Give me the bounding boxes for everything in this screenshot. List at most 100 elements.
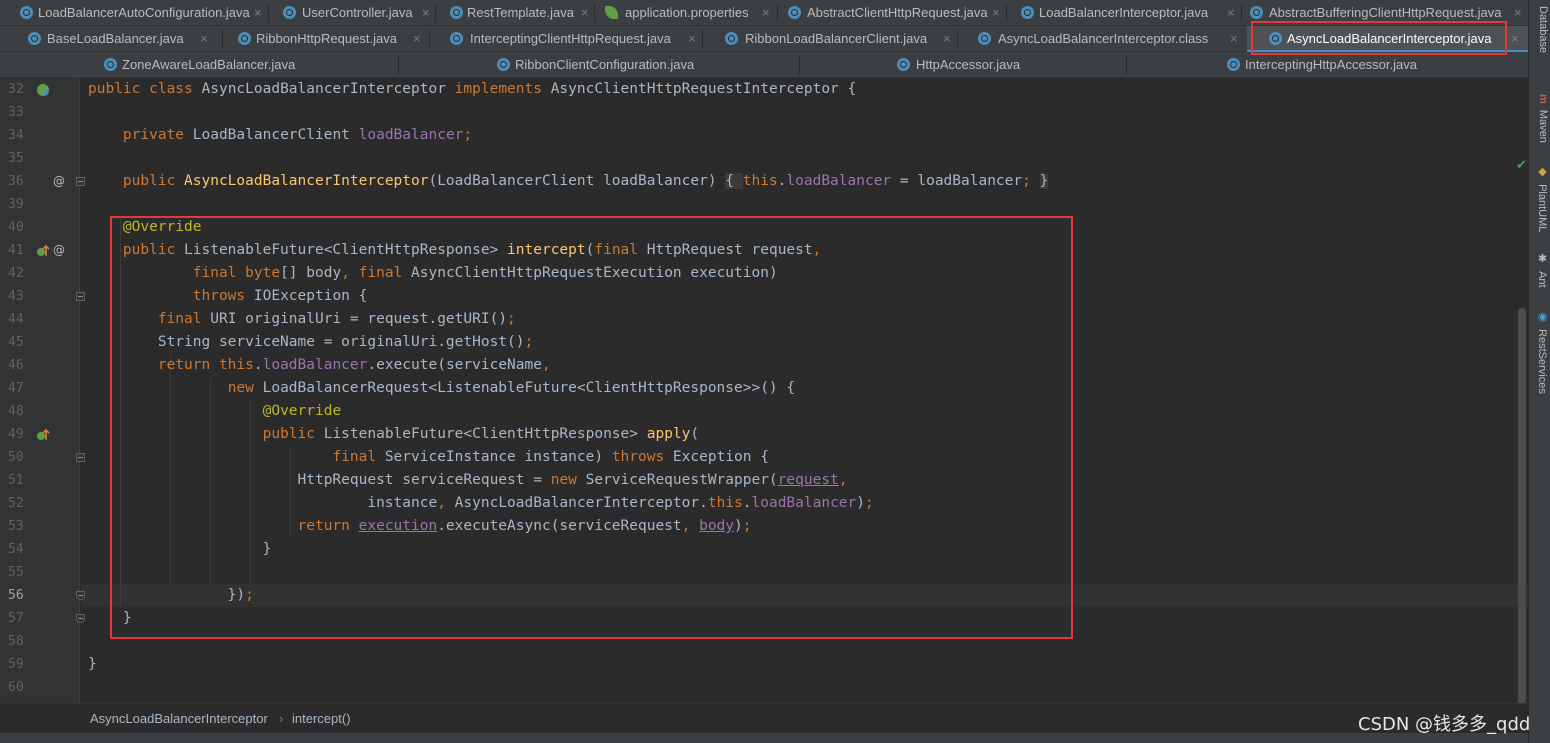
class-icon — [978, 32, 991, 45]
close-icon[interactable]: × — [581, 0, 589, 26]
tab-intercepting-http-accessor[interactable]: InterceptingHttpAccessor.java — [1127, 52, 1528, 78]
class-icon — [104, 58, 117, 71]
close-icon[interactable]: × — [422, 0, 430, 26]
maven-label: Maven — [1537, 109, 1549, 143]
tab-loadbalancer-interceptor[interactable]: LoadBalancerInterceptor.java × — [1007, 0, 1241, 26]
code-line: public class AsyncLoadBalancerIntercepto… — [88, 81, 857, 97]
tab-http-accessor[interactable]: HttpAccessor.java — [800, 52, 1126, 78]
annotation-at-icon[interactable]: @ — [53, 239, 65, 262]
tab-application-properties[interactable]: application.properties × — [595, 0, 777, 26]
tab-label: RibbonHttpRequest.java — [256, 31, 397, 46]
tab-label: LoadBalancerAutoConfiguration.java — [38, 5, 250, 20]
tool-window-database[interactable]: Database — [1531, 6, 1549, 53]
line-number: 54 — [8, 542, 24, 557]
tab-async-loadbalancer-interceptor-class[interactable]: AsyncLoadBalancerInterceptor.class × — [958, 26, 1246, 52]
line-number: 34 — [8, 128, 24, 143]
restservices-label: RestServices — [1536, 329, 1548, 394]
tab-intercepting-client-http-request[interactable]: InterceptingClientHttpRequest.java × — [430, 26, 702, 52]
tab-zone-aware-loadbalancer[interactable]: ZoneAwareLoadBalancer.java — [0, 52, 398, 78]
close-icon[interactable]: × — [254, 0, 262, 26]
tab-user-controller[interactable]: UserController.java × — [269, 0, 435, 26]
tool-window-maven[interactable]: m Maven — [1531, 94, 1549, 143]
close-icon[interactable]: × — [992, 0, 1000, 26]
line-number: 45 — [8, 335, 24, 350]
tab-row-3: ZoneAwareLoadBalancer.java RibbonClientC… — [0, 52, 1528, 78]
line-number: 52 — [8, 496, 24, 511]
line-number: 44 — [8, 312, 24, 327]
spring-leaf-icon — [605, 6, 618, 19]
annotation-at-icon[interactable]: @ — [53, 170, 65, 193]
class-icon — [497, 58, 510, 71]
code-editor[interactable]: 32 33 34 35 36 39 40 41 42 43 44 45 46 4… — [0, 78, 1528, 710]
tab-label: InterceptingClientHttpRequest.java — [470, 31, 671, 46]
close-icon[interactable]: × — [200, 26, 208, 52]
line-number: 42 — [8, 266, 24, 281]
fold-end-icon[interactable] — [76, 614, 85, 623]
line-number: 35 — [8, 151, 24, 166]
tab-abstract-client-http-request[interactable]: AbstractClientHttpRequest.java × — [778, 0, 1006, 26]
plantuml-icon: ◆ — [1536, 165, 1548, 178]
line-number-gutter[interactable]: 32 33 34 35 36 39 40 41 42 43 44 45 46 4… — [0, 78, 85, 703]
class-icon — [897, 58, 910, 71]
close-icon[interactable]: × — [943, 26, 951, 52]
close-icon[interactable]: × — [1514, 0, 1522, 26]
class-icon — [20, 6, 33, 19]
plantuml-label: PlantUML — [1536, 184, 1548, 233]
line-number: 33 — [8, 105, 24, 120]
tool-window-plantuml[interactable]: ◆ PlantUML — [1531, 165, 1549, 232]
tab-rest-template[interactable]: RestTemplate.java × — [436, 0, 594, 26]
tab-loadbalancer-autoconfiguration[interactable]: LoadBalancerAutoConfiguration.java × — [10, 0, 268, 26]
editor-scrollbar[interactable] — [1518, 308, 1526, 710]
class-icon — [450, 6, 463, 19]
breadcrumb: AsyncLoadBalancerInterceptor › intercept… — [0, 703, 1528, 733]
line-number: 50 — [8, 450, 24, 465]
ant-label: Ant — [1536, 271, 1548, 288]
csdn-watermark: CSDN @钱多多_qdd — [1358, 714, 1531, 735]
line-number: 36 — [8, 174, 24, 189]
line-number: 39 — [8, 197, 24, 212]
fold-end-icon[interactable] — [76, 591, 85, 600]
spring-bean-icon[interactable] — [36, 78, 50, 101]
line-number: 58 — [8, 634, 24, 649]
tab-label: HttpAccessor.java — [916, 57, 1021, 72]
line-number: 55 — [8, 565, 24, 580]
tab-ribbon-http-request[interactable]: RibbonHttpRequest.java × — [223, 26, 429, 52]
inspection-ok-icon[interactable]: ✔ — [1516, 158, 1527, 173]
tab-label: AbstractClientHttpRequest.java — [807, 5, 988, 20]
tab-base-loadbalancer[interactable]: BaseLoadBalancer.java × — [10, 26, 222, 52]
close-icon[interactable]: × — [1511, 26, 1519, 50]
close-icon[interactable]: × — [413, 26, 421, 52]
fold-toggle-icon[interactable] — [76, 292, 85, 301]
breadcrumb-method[interactable]: intercept() — [292, 711, 351, 726]
close-icon[interactable]: × — [762, 0, 770, 26]
close-icon[interactable]: × — [688, 26, 696, 52]
tab-label: AsyncLoadBalancerInterceptor.class — [998, 31, 1209, 46]
tool-window-restservices[interactable]: ◉ RestServices — [1531, 310, 1549, 394]
class-icon — [238, 32, 251, 45]
right-tool-strip: Database m Maven ◆ PlantUML ✱ Ant ◉ Rest… — [1528, 0, 1550, 743]
line-number: 46 — [8, 358, 24, 373]
tab-label: RibbonClientConfiguration.java — [515, 57, 695, 72]
tab-ribbon-loadbalancer-client[interactable]: RibbonLoadBalancerClient.java × — [703, 26, 957, 52]
breadcrumb-separator: › — [279, 711, 284, 726]
fold-toggle-icon[interactable] — [76, 453, 85, 462]
class-icon — [788, 6, 801, 19]
line-number: 49 — [8, 427, 24, 442]
override-up-icon[interactable] — [36, 239, 50, 262]
line-number: 57 — [8, 611, 24, 626]
override-up-icon[interactable] — [36, 423, 50, 446]
tab-ribbon-client-configuration[interactable]: RibbonClientConfiguration.java — [399, 52, 799, 78]
class-icon — [28, 32, 41, 45]
method-highlight-box — [110, 216, 1073, 639]
fold-toggle-icon[interactable] — [76, 177, 85, 186]
breadcrumb-class[interactable]: AsyncLoadBalancerInterceptor — [90, 711, 268, 726]
code-line: } — [88, 656, 97, 672]
class-icon — [1250, 6, 1263, 19]
close-icon[interactable]: × — [1230, 26, 1238, 52]
tool-window-ant[interactable]: ✱ Ant — [1531, 252, 1549, 288]
close-icon[interactable]: × — [1227, 0, 1235, 26]
class-icon — [283, 6, 296, 19]
tab-label: InterceptingHttpAccessor.java — [1245, 57, 1417, 72]
line-number: 32 — [8, 82, 24, 97]
line-number: 53 — [8, 519, 24, 534]
